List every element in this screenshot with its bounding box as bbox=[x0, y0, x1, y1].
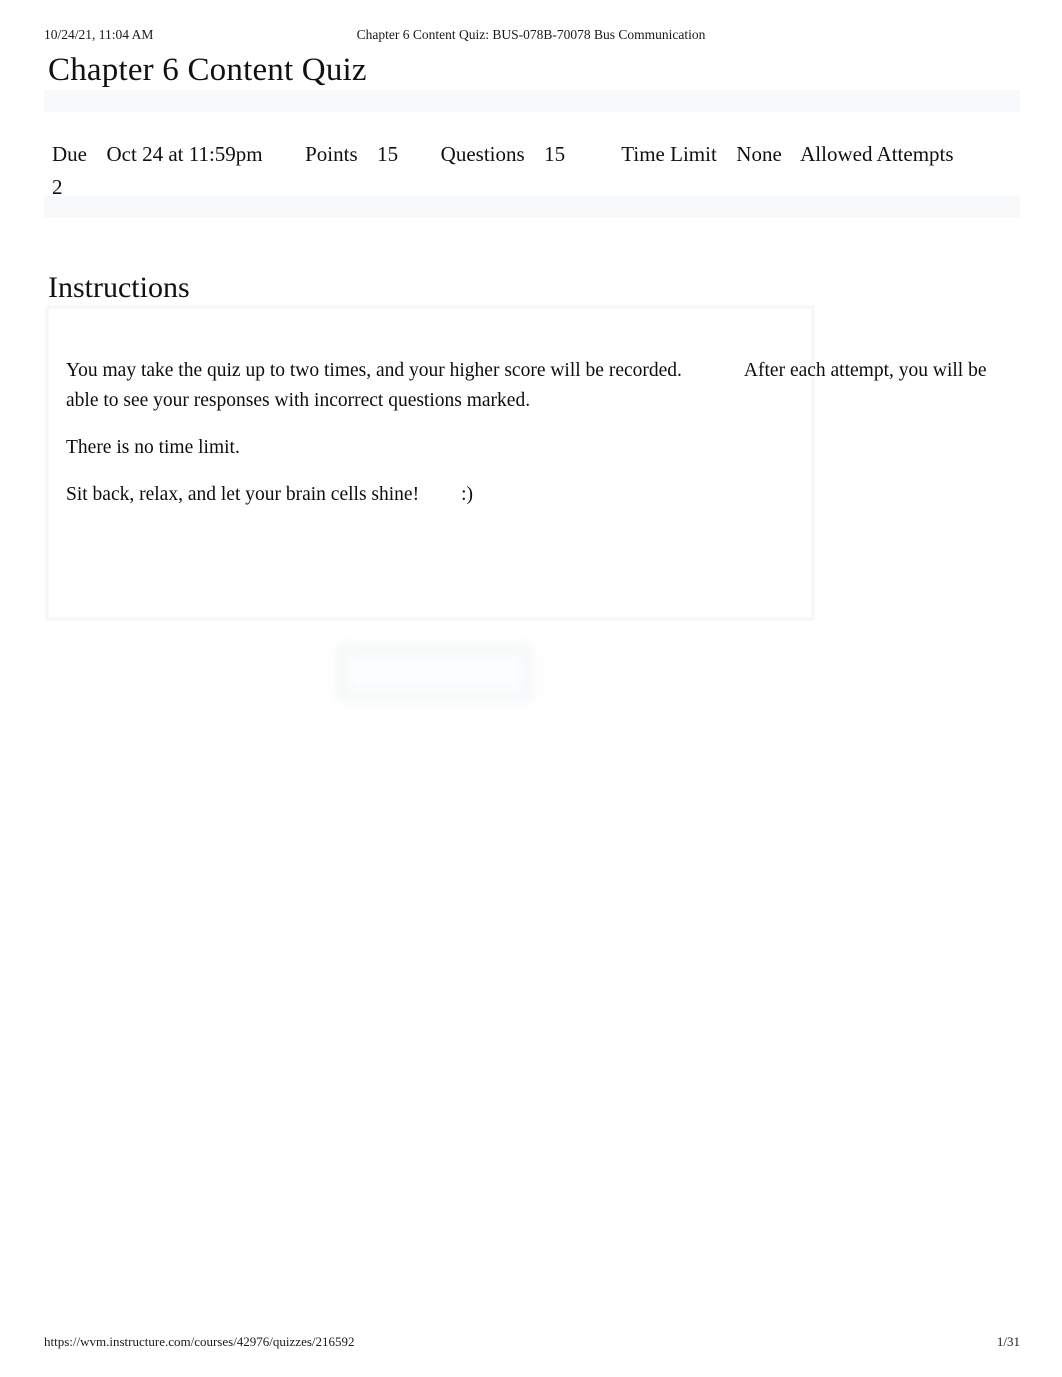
allowed-attempts-label: Allowed Attempts bbox=[800, 142, 954, 166]
quiz-meta-band-top bbox=[44, 90, 1020, 112]
questions-value: 15 bbox=[544, 142, 566, 166]
take-quiz-button-label bbox=[338, 645, 518, 687]
quiz-details-row: Due Oct 24 at 11:59pm Points 15 Question… bbox=[52, 138, 982, 204]
due-value: Oct 24 at 11:59pm bbox=[106, 142, 263, 166]
instructions-paragraph-1-sentence-1: You may take the quiz up to two times, a… bbox=[66, 360, 682, 381]
allowed-attempts-value: 2 bbox=[52, 175, 63, 199]
points-value: 15 bbox=[377, 142, 399, 166]
instructions-heading: Instructions bbox=[48, 271, 190, 304]
smiley-emoticon: :) bbox=[461, 484, 473, 505]
instructions-paragraph-3: Sit back, relax, and let your brain cell… bbox=[66, 480, 996, 510]
instructions-paragraph-2-text: There is no time limit. bbox=[66, 437, 240, 458]
instructions-paragraph-1: You may take the quiz up to two times, a… bbox=[66, 356, 996, 416]
print-footer-page-number: 1/31 bbox=[996, 1334, 1020, 1349]
instructions-paragraph-2: There is no time limit. bbox=[66, 433, 996, 463]
points-label: Points bbox=[305, 142, 358, 166]
time-limit-value: None bbox=[736, 142, 782, 166]
instructions-paragraph-3-text: Sit back, relax, and let your brain cell… bbox=[66, 484, 420, 505]
time-limit-label: Time Limit bbox=[621, 142, 717, 166]
questions-label: Questions bbox=[440, 142, 525, 166]
page-title: Chapter 6 Content Quiz bbox=[48, 52, 367, 88]
print-header-document-title: Chapter 6 Content Quiz: BUS-078B-70078 B… bbox=[356, 27, 706, 42]
print-footer: https://wvm.instructure.com/courses/4297… bbox=[0, 1332, 1062, 1352]
due-label: Due bbox=[52, 142, 87, 166]
print-header: 10/24/21, 11:04 AM Chapter 6 Content Qui… bbox=[0, 25, 1062, 45]
print-footer-url: https://wvm.instructure.com/courses/4297… bbox=[44, 1334, 355, 1349]
instructions-body: You may take the quiz up to two times, a… bbox=[66, 356, 996, 510]
